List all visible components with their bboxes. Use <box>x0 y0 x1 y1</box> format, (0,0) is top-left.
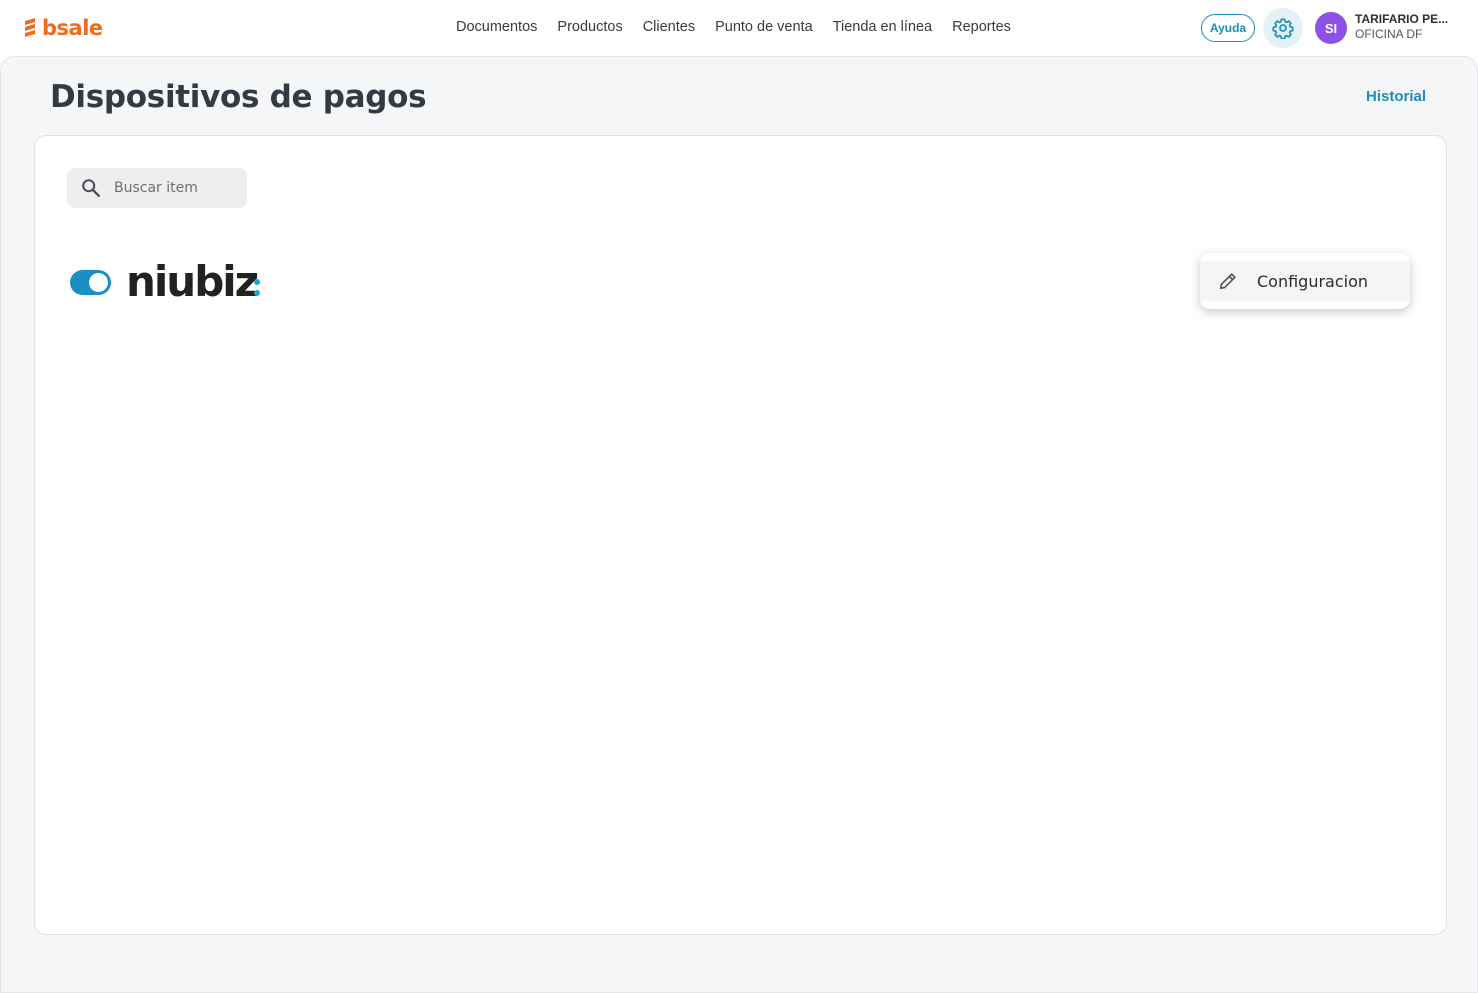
brand-name: niubiz <box>126 264 258 300</box>
nav-item-clientes[interactable]: Clientes <box>643 19 695 35</box>
nav-item-punto-de-venta[interactable]: Punto de venta <box>715 19 813 35</box>
device-context-menu: Configuracion <box>1200 253 1410 309</box>
bsale-logo-icon <box>25 18 35 37</box>
toggle-knob <box>89 272 108 292</box>
account-menu[interactable]: TARIFARIO PE... OFICINA DF <box>1355 12 1465 42</box>
device-row-niubiz: niubiz <box>70 262 262 302</box>
search-input[interactable] <box>114 180 234 196</box>
main-nav: Documentos Productos Clientes Punto de v… <box>456 19 1011 35</box>
history-link[interactable]: Historial <box>1366 88 1426 105</box>
search-icon <box>80 177 102 199</box>
nav-item-documentos[interactable]: Documentos <box>456 19 537 35</box>
niubiz-logo: niubiz <box>126 264 262 300</box>
content-area: Dispositivos de pagos Historial niubiz <box>0 56 1478 993</box>
menu-item-configuracion[interactable]: Configuracion <box>1200 261 1410 301</box>
account-office: OFICINA DF <box>1355 27 1423 41</box>
settings-button[interactable] <box>1263 8 1303 48</box>
nav-item-reportes[interactable]: Reportes <box>952 19 1011 35</box>
nav-item-tienda-en-linea[interactable]: Tienda en línea <box>833 19 932 35</box>
gear-icon <box>1272 18 1294 39</box>
brand-dot-top <box>254 279 260 285</box>
avatar[interactable]: SI <box>1315 12 1347 44</box>
device-enabled-toggle[interactable] <box>70 269 111 295</box>
page-title: Dispositivos de pagos <box>50 79 427 115</box>
logo-text: bsale <box>42 16 103 40</box>
pencil-icon <box>1217 270 1239 292</box>
devices-card: niubiz Configuracion <box>34 135 1447 935</box>
top-bar: bsale Documentos Productos Clientes Punt… <box>0 0 1478 56</box>
bsale-logo[interactable]: bsale <box>22 14 103 42</box>
search-box[interactable] <box>67 168 247 208</box>
account-name: TARIFARIO PE... <box>1355 12 1449 26</box>
brand-dot-bottom <box>254 290 260 296</box>
menu-item-label: Configuracion <box>1257 271 1369 291</box>
help-button[interactable]: Ayuda <box>1201 14 1255 42</box>
nav-item-productos[interactable]: Productos <box>557 19 622 35</box>
